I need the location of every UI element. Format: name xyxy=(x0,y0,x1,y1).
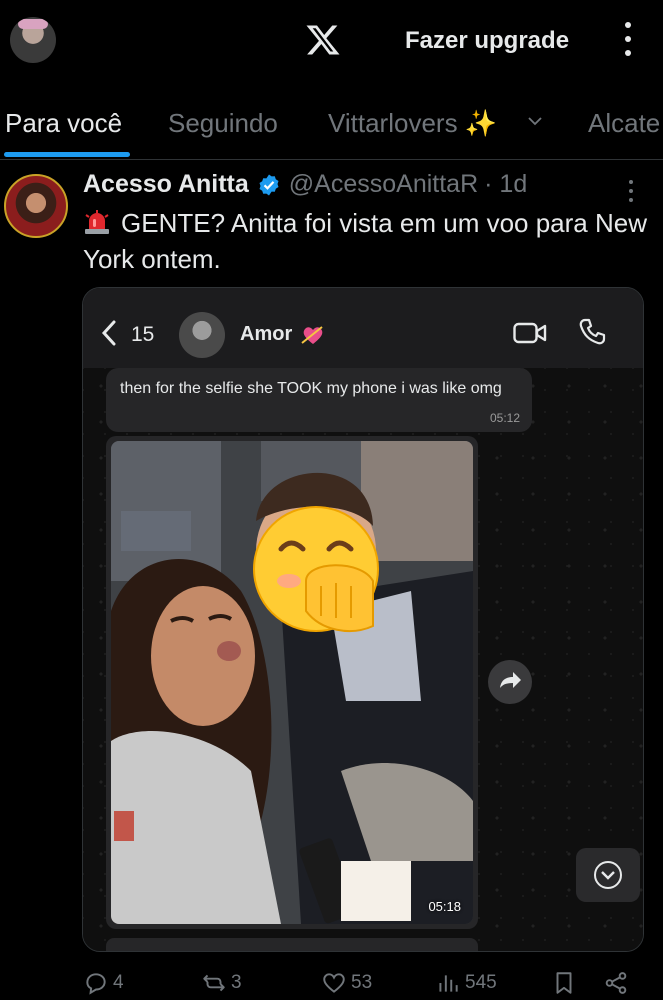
tab-seguindo[interactable]: Seguindo xyxy=(168,108,278,139)
tweet-body: GENTE? Anitta foi vista em um voo para N… xyxy=(83,208,647,274)
views-count: 545 xyxy=(465,972,497,993)
tweet-text: GENTE? Anitta foi vista em um voo para N… xyxy=(83,205,653,277)
chevron-down-icon[interactable] xyxy=(526,112,544,130)
tweet-actions: 4 3 53 545 xyxy=(83,968,653,1000)
analytics-icon xyxy=(439,975,458,992)
retweet-count: 3 xyxy=(231,972,242,993)
forward-arrow-icon xyxy=(500,672,521,688)
unread-count: 15 xyxy=(131,323,155,346)
reply-count: 4 xyxy=(113,972,124,993)
photo-timestamp: 05:18 xyxy=(428,899,461,914)
chevron-down-circle-icon xyxy=(594,861,622,889)
heart-icon xyxy=(323,973,345,993)
contact-name: Amor xyxy=(240,323,293,345)
tab-alcate[interactable]: Alcate xyxy=(588,108,660,139)
selfie-photo: 05:18 xyxy=(111,441,473,924)
x-logo-icon[interactable] xyxy=(305,22,341,58)
bookmark-icon xyxy=(556,972,572,994)
forward-button xyxy=(488,660,532,704)
tweet-author-row: Acesso Anitta @AcessoAnittaR · 1d xyxy=(83,170,527,199)
like-button[interactable]: 53 xyxy=(321,970,372,996)
tab-para-voce[interactable]: Para você xyxy=(5,108,122,139)
tweet-time: · 1d xyxy=(484,170,528,198)
author-name[interactable]: Acesso Anitta xyxy=(83,170,249,199)
author-handle[interactable]: @AcessoAnittaR xyxy=(289,170,478,199)
bookmark-button[interactable] xyxy=(551,970,581,996)
upgrade-button[interactable]: Fazer upgrade xyxy=(405,27,569,55)
scroll-down-button xyxy=(576,848,640,902)
chat-header: 15 Amor xyxy=(83,288,643,368)
chat-message-text: then for the selfie she TOOK my phone i … xyxy=(120,380,502,397)
more-options-icon[interactable] xyxy=(618,22,638,56)
siren-emoji-icon xyxy=(85,210,109,234)
phone-call-icon xyxy=(579,318,606,345)
selfie-photo-illustration xyxy=(111,441,473,924)
reply-button[interactable]: 4 xyxy=(83,970,124,996)
next-photo-preview xyxy=(106,938,478,951)
like-count: 53 xyxy=(351,972,373,993)
heart-arrow-emoji-icon xyxy=(301,326,323,344)
video-call-icon xyxy=(513,322,547,344)
timeline-tabs: Para você Seguindo Vittarlovers ✨ Alcate xyxy=(0,100,663,160)
retweet-icon xyxy=(203,974,225,992)
verified-badge-icon xyxy=(259,174,279,195)
tweet-more-icon[interactable] xyxy=(627,180,635,202)
author-avatar[interactable] xyxy=(4,174,68,238)
share-button[interactable] xyxy=(603,970,633,996)
profile-avatar[interactable] xyxy=(10,17,56,63)
tweet-media-image[interactable]: 15 Amor then for the selfie she TOOK my … xyxy=(82,287,644,952)
chat-message-bubble: then for the selfie she TOOK my phone i … xyxy=(106,368,532,432)
share-icon xyxy=(605,972,627,994)
back-arrow-icon xyxy=(101,320,116,346)
tab-vittarlovers[interactable]: Vittarlovers ✨ xyxy=(328,108,497,139)
views-button[interactable]: 545 xyxy=(435,970,497,996)
top-header: Fazer upgrade xyxy=(0,0,663,85)
reply-icon xyxy=(86,973,106,995)
active-tab-indicator xyxy=(4,152,130,157)
contact-avatar xyxy=(179,312,225,358)
chat-photo-message: 05:18 xyxy=(106,436,478,929)
retweet-button[interactable]: 3 xyxy=(201,970,242,996)
chat-message-time: 05:12 xyxy=(489,411,520,425)
